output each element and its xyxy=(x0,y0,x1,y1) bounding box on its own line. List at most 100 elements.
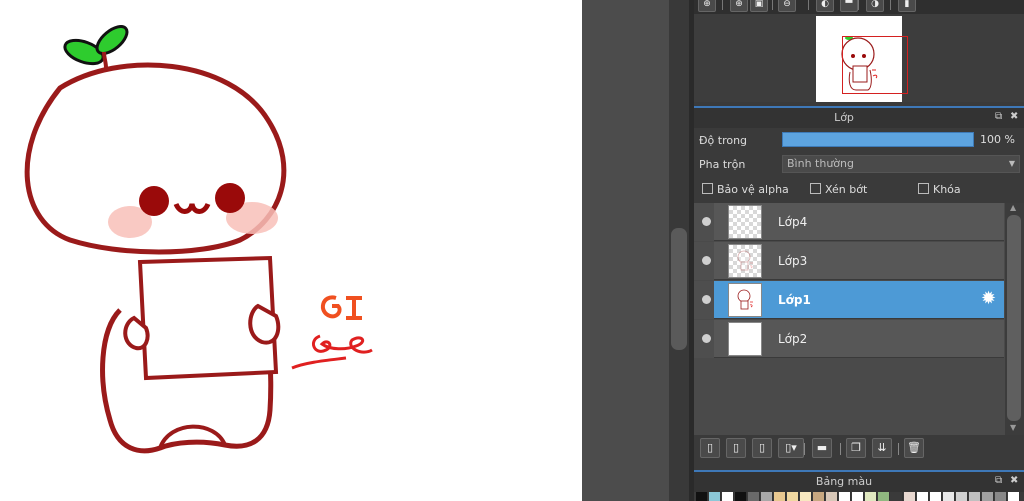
layer-thumbnail xyxy=(728,322,762,356)
color-swatch[interactable] xyxy=(865,492,877,501)
reset-view-button[interactable]: ▮ xyxy=(898,0,916,12)
layer-row[interactable]: Lớp3 xyxy=(694,242,1004,280)
flip-button[interactable]: ▀ xyxy=(840,0,858,12)
opacity-value: 100 % xyxy=(980,133,1015,146)
lock-checkbox[interactable]: Khóa xyxy=(918,183,961,196)
color-swatch[interactable] xyxy=(917,492,929,501)
visibility-icon xyxy=(702,295,711,304)
layer-name: Lớp1 xyxy=(778,293,811,307)
layer-toolbar: ▯ ▯ ▯ ▯▾ ▬ ❐ ⇊ 🗑 xyxy=(694,435,1024,463)
color-swatch[interactable] xyxy=(696,492,708,501)
blend-label: Pha trộn xyxy=(699,158,746,171)
color-swatch[interactable] xyxy=(969,492,981,501)
visibility-toggle[interactable] xyxy=(694,242,714,280)
color-swatch[interactable] xyxy=(735,492,747,501)
merge-down-button[interactable]: ⇊ xyxy=(872,438,892,458)
checkbox-icon xyxy=(702,183,713,194)
navigator-viewport-rect[interactable] xyxy=(842,36,908,94)
toolbar-divider xyxy=(772,0,773,10)
toolbar-divider xyxy=(808,0,809,10)
color-swatch[interactable] xyxy=(761,492,773,501)
popout-icon[interactable]: ⧉ xyxy=(995,475,1002,486)
color-swatch[interactable] xyxy=(904,492,916,501)
opacity-slider[interactable] xyxy=(782,132,974,147)
layer-row[interactable]: Lớp2 xyxy=(694,320,1004,358)
layer-row[interactable]: Lớp4 xyxy=(694,203,1004,241)
toolbar-divider xyxy=(890,0,891,10)
color-swatch[interactable] xyxy=(1008,492,1020,501)
blend-mode-select[interactable]: Bình thường ▼ xyxy=(782,155,1020,173)
new-layer-button[interactable]: ▯ xyxy=(700,438,720,458)
signature-scribble xyxy=(291,334,373,370)
right-panel: ⊕ ⊕ ▣ ⊖ ◐ ▀ ◑ ▮ Lớp ⧉ ✖ Độ trong 100 % Pha trộn… xyxy=(694,0,1024,501)
color-swatch[interactable] xyxy=(956,492,968,501)
visibility-toggle[interactable] xyxy=(694,203,714,241)
layer-thumbnail xyxy=(728,205,762,239)
fit-window-button[interactable]: ▣ xyxy=(750,0,768,12)
color-swatch[interactable] xyxy=(709,492,721,501)
palette-panel-header[interactable]: Bảng màu ⧉ ✖ xyxy=(694,470,1024,492)
color-swatch[interactable] xyxy=(930,492,942,501)
protect-alpha-checkbox[interactable]: Bảo vệ alpha xyxy=(702,183,789,196)
new-8bit-layer-button[interactable]: ▯ xyxy=(752,438,772,458)
new-halftone-layer-button[interactable]: ▯ xyxy=(726,438,746,458)
visibility-toggle[interactable] xyxy=(694,281,714,319)
close-icon[interactable]: ✖ xyxy=(1010,475,1018,486)
zoom-out-button[interactable]: ⊖ xyxy=(778,0,796,12)
sprout-leaf-right xyxy=(95,25,129,55)
color-swatch[interactable] xyxy=(787,492,799,501)
layer-name: Lớp3 xyxy=(778,254,808,268)
duplicate-layer-button[interactable]: ❐ xyxy=(846,438,866,458)
color-swatch[interactable] xyxy=(774,492,786,501)
layer-thumbnail xyxy=(728,283,762,317)
layer-scroll-thumb[interactable] xyxy=(1007,215,1021,421)
palette-swatches xyxy=(694,492,1024,501)
zoom-fit-button[interactable]: ⊕ xyxy=(730,0,748,12)
visibility-icon xyxy=(702,334,711,343)
scroll-down-icon[interactable]: ▼ xyxy=(1010,423,1016,432)
color-swatch[interactable] xyxy=(995,492,1007,501)
rotate-right-button[interactable]: ◑ xyxy=(866,0,884,12)
color-swatch[interactable] xyxy=(891,492,903,501)
opacity-label: Độ trong xyxy=(699,134,748,147)
color-swatch[interactable] xyxy=(878,492,890,501)
drawing-canvas[interactable] xyxy=(0,0,582,501)
layer-row[interactable]: Lớp1 ✹ xyxy=(694,281,1004,319)
new-folder-button[interactable]: ▬ xyxy=(812,438,832,458)
color-swatch[interactable] xyxy=(813,492,825,501)
toolbar-divider xyxy=(898,443,899,455)
visibility-toggle[interactable] xyxy=(694,320,714,358)
layer-panel-title: Lớp xyxy=(834,111,854,124)
color-swatch[interactable] xyxy=(748,492,760,501)
color-swatch[interactable] xyxy=(722,492,734,501)
color-swatch[interactable] xyxy=(826,492,838,501)
chevron-down-icon: ▼ xyxy=(1008,159,1015,168)
color-swatch[interactable] xyxy=(839,492,851,501)
layer-list-scrollbar[interactable]: ▲ ▼ xyxy=(1005,203,1024,435)
checkbox-icon xyxy=(810,183,821,194)
color-swatch[interactable] xyxy=(800,492,812,501)
popout-icon[interactable]: ⧉ xyxy=(995,111,1002,122)
toolbar-divider xyxy=(804,443,805,455)
new-layer-menu-button[interactable]: ▯▾ xyxy=(778,438,804,458)
checkbox-icon xyxy=(918,183,929,194)
scroll-up-icon[interactable]: ▲ xyxy=(1010,203,1016,212)
palette-panel-title: Bảng màu xyxy=(815,475,873,488)
color-swatch[interactable] xyxy=(982,492,994,501)
layer-panel-header[interactable]: Lớp ⧉ ✖ xyxy=(694,106,1024,128)
orange-scribble xyxy=(320,295,362,320)
gear-icon[interactable]: ✹ xyxy=(981,290,996,308)
zoom-in-button[interactable]: ⊕ xyxy=(698,0,716,12)
navigator-view[interactable] xyxy=(694,14,1024,102)
delete-layer-button[interactable]: 🗑 xyxy=(904,438,924,458)
clipping-checkbox[interactable]: Xén bớt xyxy=(810,183,867,196)
eye-left xyxy=(139,186,169,216)
close-icon[interactable]: ✖ xyxy=(1010,111,1018,122)
navigator-toolbar: ⊕ ⊕ ▣ ⊖ ◐ ▀ ◑ ▮ xyxy=(694,0,1024,14)
rotate-left-button[interactable]: ◐ xyxy=(816,0,834,12)
layer-name: Lớp4 xyxy=(778,215,808,229)
color-swatch[interactable] xyxy=(852,492,864,501)
color-swatch[interactable] xyxy=(943,492,955,501)
layer-name: Lớp2 xyxy=(778,332,808,346)
canvas-scroll-thumb[interactable] xyxy=(671,228,687,350)
